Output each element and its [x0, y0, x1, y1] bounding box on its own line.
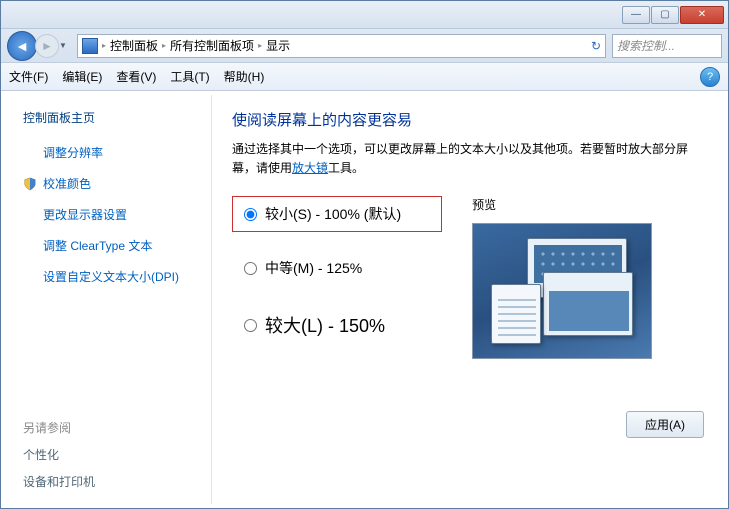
forward-button: ► [35, 34, 59, 58]
control-panel-home-link[interactable]: 控制面板主页 [23, 109, 199, 126]
sidebar: 控制面板主页 调整分辨率 校准颜色 更改显示器设置 调整 ClearType 文… [1, 91, 211, 508]
menu-file[interactable]: 文件(F) [9, 68, 48, 85]
sidebar-link-dpi[interactable]: 设置自定义文本大小(DPI) [23, 268, 199, 285]
chevron-right-icon: ▸ [162, 41, 166, 50]
sidebar-link-resolution[interactable]: 调整分辨率 [23, 144, 199, 161]
preview-image [472, 223, 652, 359]
help-icon[interactable]: ? [700, 67, 720, 87]
preview-label: 预览 [472, 196, 708, 213]
history-dropdown[interactable]: ▼ [59, 41, 71, 50]
menubar: 文件(F) 编辑(E) 查看(V) 工具(T) 帮助(H) ? [1, 63, 728, 91]
apply-button[interactable]: 应用(A) [626, 411, 704, 438]
page-description: 通过选择其中一个选项，可以更改屏幕上的文本大小以及其他项。若要暂时放大部分屏幕，… [232, 140, 708, 178]
page-title: 使阅读屏幕上的内容更容易 [232, 109, 708, 130]
option-medium[interactable]: 中等(M) - 125% [232, 250, 442, 286]
maximize-button[interactable]: ▢ [651, 6, 679, 24]
breadcrumb-item[interactable]: 控制面板 [110, 37, 158, 54]
breadcrumb-item[interactable]: 所有控制面板项 [170, 37, 254, 54]
search-input[interactable]: 搜索控制... [612, 34, 722, 58]
menu-tools[interactable]: 工具(T) [170, 68, 209, 85]
size-options: 较小(S) - 100% (默认) 中等(M) - 125% 较大(L) - 1… [232, 196, 442, 364]
breadcrumb-item[interactable]: 显示 [266, 37, 290, 54]
chevron-right-icon: ▸ [258, 41, 262, 50]
option-small[interactable]: 较小(S) - 100% (默认) [232, 196, 442, 232]
menu-view[interactable]: 查看(V) [116, 68, 156, 85]
magnifier-link[interactable]: 放大镜 [292, 161, 328, 175]
back-button[interactable]: ◄ [7, 31, 37, 61]
control-panel-icon [82, 38, 98, 54]
see-also-heading: 另请参阅 [23, 419, 199, 436]
sidebar-link-calibrate[interactable]: 校准颜色 [23, 175, 199, 192]
radio-medium[interactable] [244, 262, 257, 275]
see-also-personalization[interactable]: 个性化 [23, 446, 199, 463]
menu-help[interactable]: 帮助(H) [224, 68, 265, 85]
radio-small[interactable] [244, 208, 257, 221]
main-content: 使阅读屏幕上的内容更容易 通过选择其中一个选项，可以更改屏幕上的文本大小以及其他… [212, 91, 728, 508]
navbar: ◄ ► ▼ ▸ 控制面板 ▸ 所有控制面板项 ▸ 显示 ↻ 搜索控制... [1, 29, 728, 63]
menu-edit[interactable]: 编辑(E) [62, 68, 102, 85]
refresh-icon[interactable]: ↻ [591, 39, 601, 53]
see-also-devices[interactable]: 设备和打印机 [23, 473, 199, 490]
minimize-button[interactable]: — [622, 6, 650, 24]
address-bar[interactable]: ▸ 控制面板 ▸ 所有控制面板项 ▸ 显示 ↻ [77, 34, 606, 58]
sidebar-link-display-settings[interactable]: 更改显示器设置 [23, 206, 199, 223]
close-button[interactable]: ✕ [680, 6, 724, 24]
radio-large[interactable] [244, 319, 257, 332]
titlebar: — ▢ ✕ [1, 1, 728, 29]
chevron-right-icon: ▸ [102, 41, 106, 50]
sidebar-link-cleartype[interactable]: 调整 ClearType 文本 [23, 237, 199, 254]
option-large[interactable]: 较大(L) - 150% [232, 304, 442, 346]
shield-icon [23, 177, 37, 191]
